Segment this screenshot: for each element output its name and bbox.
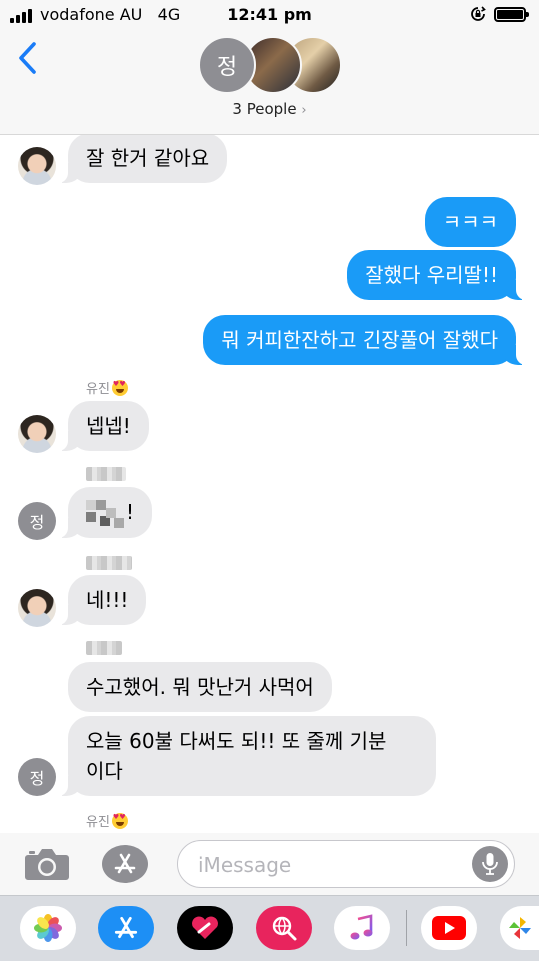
incoming-message-bubble[interactable]: 수고했어. 뭐 맛난거 사먹어 [68, 662, 332, 712]
app-store-icon[interactable] [102, 845, 148, 883]
digital-touch-app-icon[interactable] [177, 906, 233, 950]
message-text: 넵넵! [86, 414, 131, 438]
outgoing-message-bubble[interactable]: 잘했다 우리딸!! [347, 250, 526, 300]
sender-name-obscured [86, 556, 132, 570]
battery-icon [494, 7, 529, 22]
incoming-message-bubble[interactable]: 네!!! [57, 575, 147, 625]
photos-app-icon[interactable] [20, 906, 76, 950]
heart-eyes-emoji-icon [111, 813, 128, 829]
obscured-message-content [86, 499, 126, 528]
chevron-left-icon[interactable] [16, 40, 40, 76]
chevron-right-icon: › [301, 103, 307, 118]
rotation-lock-icon [471, 6, 486, 21]
contact-avatar-initial: 정 [18, 502, 56, 540]
message-text: 수고했어. 뭐 맛난거 사먹어 [86, 675, 314, 699]
status-bar: vodafone AU 4G 12:41 pm [0, 0, 539, 30]
message-text: ! [126, 500, 135, 524]
outgoing-message-bubble[interactable]: ㅋㅋㅋ [424, 197, 516, 247]
incoming-message-bubble[interactable]: ! [57, 487, 153, 538]
web-images-app-icon[interactable] [256, 906, 312, 950]
incoming-message-bubble[interactable]: 잘 한거 같아요 [57, 135, 228, 183]
music-note-icon [350, 914, 373, 940]
camera-icon[interactable] [24, 847, 70, 881]
message-text: 네!!! [86, 588, 129, 612]
message-text: 잘 한거 같아요 [86, 146, 210, 170]
photos-pinwheel-app-icon[interactable] [500, 906, 539, 950]
message-list[interactable]: 잘 한거 같아요 ㅋㅋㅋ 잘했다 우리딸!! 뭐 커피한잔하고 긴장풀어 잘했다… [0, 135, 539, 832]
message-text-line-2: 이다 [86, 759, 123, 783]
photos-flower-icon [34, 914, 62, 942]
contact-avatar [18, 415, 56, 453]
app-store-glyph-icon [114, 853, 136, 874]
sender-name: 유진 [86, 811, 128, 830]
conversation-header: 정 3 People › [0, 30, 539, 135]
people-count-label: 3 People [232, 100, 297, 118]
sender-name-text: 유진 [86, 815, 110, 830]
sender-name-obscured [86, 641, 122, 655]
app-drawer-divider [406, 910, 407, 946]
app-store-glyph-icon [114, 916, 138, 939]
message-text: 잘했다 우리딸!! [365, 263, 498, 287]
sender-name: 유진 [86, 378, 128, 397]
youtube-app-icon[interactable] [421, 906, 477, 950]
sender-name-text: 유진 [86, 382, 110, 397]
group-avatar-stack[interactable]: 정 [198, 36, 348, 96]
youtube-play-icon [432, 916, 466, 940]
pinwheel-icon [508, 917, 531, 939]
heart-eyes-emoji-icon [111, 380, 128, 396]
contact-avatar [18, 589, 56, 627]
compose-bar [0, 833, 539, 895]
microphone-icon[interactable] [472, 846, 508, 882]
microphone-glyph-icon [482, 853, 498, 875]
clock: 12:41 pm [227, 5, 312, 24]
imessage-app-drawer [0, 895, 539, 961]
app-store-app-icon[interactable] [98, 906, 154, 950]
group-avatar-initial: 정 [198, 36, 256, 94]
heart-icon [192, 916, 218, 939]
message-text: 뭐 커피한잔하고 긴장풀어 잘했다 [221, 328, 498, 352]
message-text-line-1: 오늘 60불 다써도 되!! 또 줄께 기분 [86, 729, 387, 753]
contact-avatar [18, 147, 56, 185]
message-input-field[interactable] [177, 840, 515, 888]
message-input[interactable] [196, 849, 460, 881]
people-count-button[interactable]: 3 People › [0, 100, 539, 118]
incoming-message-bubble[interactable]: 넵넵! [58, 401, 149, 451]
incoming-message-bubble[interactable]: 오늘 60불 다써도 되!! 또 줄께 기분이다 [58, 716, 436, 796]
message-text: ㅋㅋㅋ [442, 210, 498, 234]
outgoing-message-bubble[interactable]: 뭐 커피한잔하고 긴장풀어 잘했다 [203, 315, 526, 365]
globe-search-icon [272, 916, 297, 941]
sender-name-obscured [86, 467, 126, 481]
music-app-icon[interactable] [334, 906, 390, 950]
contact-avatar-initial: 정 [18, 758, 56, 796]
